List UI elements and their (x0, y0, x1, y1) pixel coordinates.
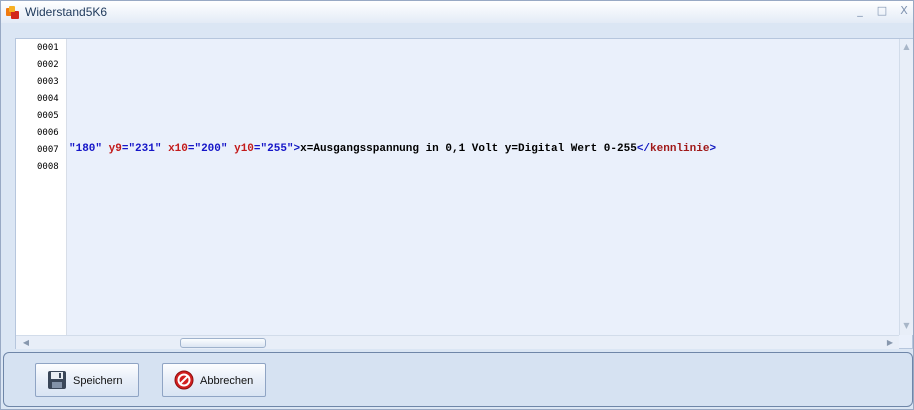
cancel-button[interactable]: Abbrechen (162, 363, 266, 397)
app-logo-icon (6, 5, 20, 19)
horizontal-scrollbar[interactable]: ◀ ▶ (16, 335, 899, 349)
save-button-label: Speichern (73, 375, 123, 387)
code-token: "200" (194, 143, 228, 155)
scroll-up-icon[interactable]: ▲ (900, 41, 913, 53)
line-number: 0005 (37, 111, 59, 121)
button-bar: Speichern Abbrechen (3, 352, 913, 407)
minimize-button[interactable]: _ (853, 4, 867, 18)
editor-window: Widerstand5K6 _ □ X 0001 0002 0003 0004 … (0, 0, 914, 410)
code-token: x=Ausgangsspannung in 0,1 Volt y=Digital… (300, 143, 637, 155)
line-number-gutter: 0001 0002 0003 0004 0005 0006 0007 0008 (16, 39, 67, 335)
code-token: y10 (234, 143, 254, 155)
line-number: 0006 (37, 128, 59, 138)
scroll-right-icon[interactable]: ▶ (884, 336, 896, 349)
code-token: </ (636, 143, 651, 155)
code-editor[interactable]: 0001 0002 0003 0004 0005 0006 0007 0008 … (15, 38, 913, 349)
code-token: "231" (128, 143, 162, 155)
maximize-button[interactable]: □ (875, 4, 889, 18)
line-number: 0002 (37, 60, 59, 70)
code-token: "180" (69, 143, 103, 155)
window-title: Widerstand5K6 (25, 5, 108, 19)
horizontal-scroll-thumb[interactable] (180, 338, 266, 348)
cancel-button-label: Abbrechen (200, 375, 254, 387)
code-token: y9 (108, 143, 122, 155)
code-line-7: "180" y9="231" x10="200" y10="255">x=Aus… (69, 143, 716, 155)
code-token: = (253, 143, 261, 155)
vertical-scrollbar[interactable]: ▲ ▼ (899, 39, 913, 335)
code-token: > (709, 143, 717, 155)
title-bar[interactable]: Widerstand5K6 _ □ X (1, 1, 913, 23)
line-number: 0004 (37, 94, 59, 104)
line-number: 0001 (37, 43, 59, 53)
code-text-area[interactable]: "180" y9="231" x10="200" y10="255">x=Aus… (67, 39, 899, 335)
scroll-down-icon[interactable]: ▼ (900, 320, 913, 332)
code-token: "255" (260, 143, 294, 155)
line-number: 0008 (37, 162, 59, 172)
line-number: 0007 (37, 145, 59, 155)
close-button[interactable]: X (897, 4, 911, 18)
code-token: kennlinie (650, 143, 710, 155)
no-entry-icon (174, 370, 194, 390)
scroll-left-icon[interactable]: ◀ (20, 336, 32, 349)
floppy-disk-icon (47, 370, 67, 390)
code-token: x10 (168, 143, 188, 155)
line-number: 0003 (37, 77, 59, 87)
save-button[interactable]: Speichern (35, 363, 139, 397)
